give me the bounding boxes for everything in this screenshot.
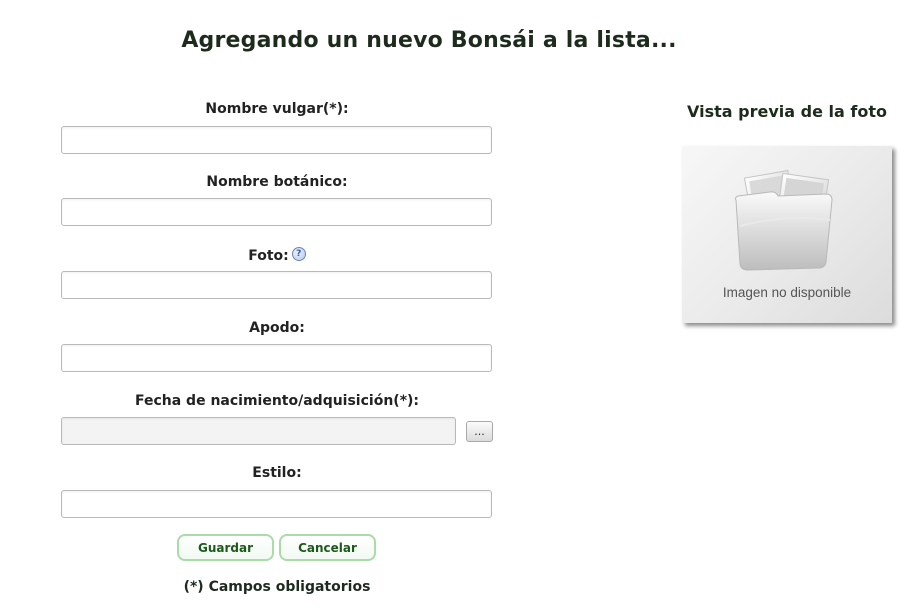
required-fields-note: (*) Campos obligatorios [183,579,371,595]
save-button[interactable]: Guardar [177,534,274,561]
common-name-input[interactable] [61,126,492,154]
date-label: Fecha de nacimiento/adquisición(*): [134,393,420,409]
photo-folder-icon [734,169,833,271]
botanical-name-label: Nombre botánico: [206,174,348,190]
nickname-input[interactable] [61,344,492,372]
date-input [61,417,456,445]
photo-label: Foto: [248,248,289,264]
common-name-label: Nombre vulgar(*): [205,101,349,117]
style-label: Estilo: [252,465,302,481]
help-icon[interactable]: ? [291,247,306,261]
cancel-button[interactable]: Cancelar [279,534,376,561]
preview-title: Vista previa de la foto [687,102,887,121]
image-unavailable-caption: Imagen no disponible [722,285,852,300]
nickname-label: Apodo: [249,320,305,336]
photo-label-row: Foto:? [61,247,493,264]
botanical-name-input[interactable] [61,198,492,226]
photo-preview: Imagen no disponible [682,146,892,323]
style-input[interactable] [61,490,492,518]
date-picker-button[interactable]: ... [466,421,493,442]
photo-input[interactable] [61,271,492,299]
page-title: Agregando un nuevo Bonsái a la lista... [181,28,677,53]
